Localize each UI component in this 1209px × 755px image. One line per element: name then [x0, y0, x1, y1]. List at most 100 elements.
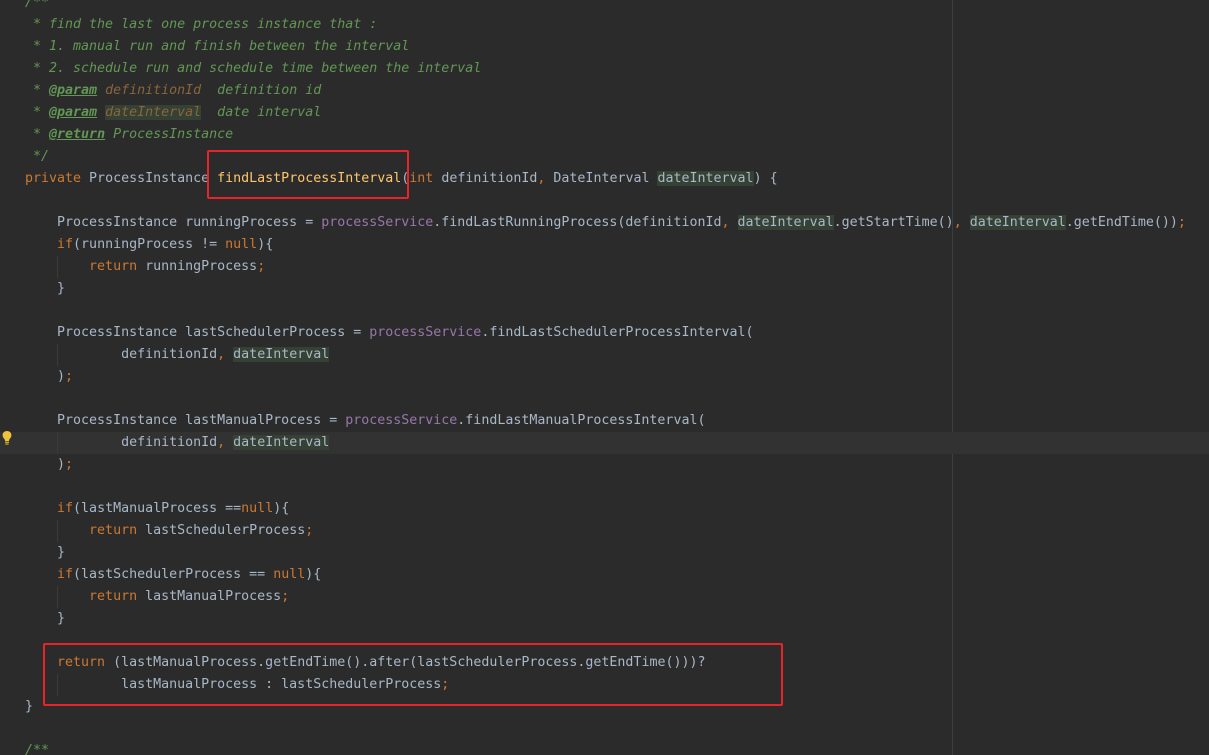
code-line[interactable]: private ProcessInstance findLastProcessI…: [0, 168, 1209, 190]
code-token: ){: [273, 501, 290, 516]
code-line[interactable]: }: [0, 696, 1209, 718]
code-line-text: definitionId, dateInterval: [25, 344, 330, 366]
code-area[interactable]: /** * find the last one process instance…: [0, 0, 1209, 755]
code-token: null: [273, 567, 306, 582]
code-token: definitionId: [105, 83, 202, 98]
code-line-text: if(lastManualProcess ==null){: [25, 498, 289, 520]
code-line[interactable]: ProcessInstance lastManualProcess = proc…: [0, 410, 1209, 432]
code-line[interactable]: if(runningProcess != null){: [0, 234, 1209, 256]
code-line[interactable]: * find the last one process instance tha…: [0, 14, 1209, 36]
code-token: * 2. schedule run and schedule time betw…: [25, 61, 482, 76]
code-token: (lastManualProcess.getEndTime().after(la…: [105, 655, 706, 670]
code-line[interactable]: definitionId, dateInterval: [0, 344, 1209, 366]
code-line[interactable]: return (lastManualProcess.getEndTime().a…: [0, 652, 1209, 674]
code-line[interactable]: * 2. schedule run and schedule time betw…: [0, 58, 1209, 80]
code-line[interactable]: }: [0, 608, 1209, 630]
code-line-text: * @param definitionId definition id: [25, 80, 321, 102]
code-line[interactable]: if(lastManualProcess ==null){: [0, 498, 1209, 520]
code-token: */: [25, 149, 50, 164]
code-token: @return: [49, 127, 106, 142]
code-token: (lastSchedulerProcess ==: [73, 567, 274, 582]
code-token: findLastProcessInterval: [217, 171, 402, 186]
code-line[interactable]: );: [0, 454, 1209, 476]
code-line[interactable]: * @param definitionId definition id: [0, 80, 1209, 102]
code-token: }: [25, 545, 66, 560]
code-line[interactable]: if(lastSchedulerProcess == null){: [0, 564, 1209, 586]
code-line[interactable]: [0, 190, 1209, 212]
code-token: lastManualProcess: [137, 589, 282, 604]
code-line[interactable]: * @return ProcessInstance: [0, 124, 1209, 146]
code-line[interactable]: [0, 388, 1209, 410]
code-line[interactable]: return lastManualProcess;: [0, 586, 1209, 608]
code-token: if: [57, 501, 74, 516]
indent-guide: [57, 520, 58, 542]
code-token: null: [225, 237, 258, 252]
code-line[interactable]: lastManualProcess : lastSchedulerProcess…: [0, 674, 1209, 696]
code-token: DateInterval: [545, 171, 658, 186]
code-token: (runningProcess !=: [73, 237, 226, 252]
code-token: ProcessInstance lastSchedulerProcess =: [25, 325, 370, 340]
code-line[interactable]: [0, 300, 1209, 322]
code-line-text: private ProcessInstance findLastProcessI…: [25, 168, 778, 190]
code-line[interactable]: definitionId, dateInterval: [0, 432, 1209, 454]
code-token: date interval: [201, 105, 322, 120]
code-token: if: [57, 567, 74, 582]
code-line[interactable]: [0, 476, 1209, 498]
code-token: int: [409, 171, 434, 186]
code-line[interactable]: return runningProcess;: [0, 256, 1209, 278]
code-token: runningProcess: [137, 259, 258, 274]
code-line-text: return (lastManualProcess.getEndTime().a…: [25, 652, 705, 674]
code-token: ,: [721, 215, 730, 230]
code-line[interactable]: * @param dateInterval date interval: [0, 102, 1209, 124]
code-token: ;: [1177, 215, 1186, 230]
lightbulb-icon[interactable]: [2, 430, 12, 446]
code-line[interactable]: }: [0, 542, 1209, 564]
code-line[interactable]: /**: [0, 0, 1209, 14]
indent-guide: [57, 344, 58, 366]
code-token: processService: [369, 325, 482, 340]
code-token: ;: [257, 259, 266, 274]
code-token: ){: [257, 237, 274, 252]
code-line[interactable]: }: [0, 278, 1209, 300]
code-line[interactable]: */: [0, 146, 1209, 168]
code-token: * find the last one process instance tha…: [25, 17, 378, 32]
code-line[interactable]: [0, 630, 1209, 652]
indent-guide: [57, 674, 58, 696]
code-line[interactable]: return lastSchedulerProcess;: [0, 520, 1209, 542]
indent-guide: [57, 432, 58, 454]
code-line-text: return lastManualProcess;: [25, 586, 289, 608]
code-token: *: [25, 127, 50, 142]
code-token: dateInterval: [657, 171, 754, 186]
code-line[interactable]: /**: [0, 740, 1209, 755]
code-token: ,: [217, 347, 226, 362]
code-token: definitionId: [25, 347, 218, 362]
code-line[interactable]: );: [0, 366, 1209, 388]
code-line[interactable]: ProcessInstance runningProcess = process…: [0, 212, 1209, 234]
code-token: @param: [49, 105, 98, 120]
code-editor[interactable]: /** * find the last one process instance…: [0, 0, 1209, 755]
code-line[interactable]: * 1. manual run and finish between the i…: [0, 36, 1209, 58]
code-line-text: /**: [25, 0, 49, 14]
code-line-text: }: [25, 542, 65, 564]
code-token: ProcessInstance: [105, 127, 234, 142]
code-line-text: }: [25, 278, 65, 300]
code-token: }: [25, 281, 66, 296]
code-token: .findLastSchedulerProcessInterval(: [481, 325, 754, 340]
code-token: return: [57, 655, 106, 670]
code-token: dateInterval: [737, 215, 834, 230]
code-line[interactable]: [0, 718, 1209, 740]
code-line-text: * 2. schedule run and schedule time betw…: [25, 58, 481, 80]
code-token: ,: [217, 435, 226, 450]
code-line[interactable]: ProcessInstance lastSchedulerProcess = p…: [0, 322, 1209, 344]
code-token: *: [25, 105, 50, 120]
code-token: private: [25, 171, 82, 186]
code-token: ;: [65, 369, 74, 384]
code-token: processService: [321, 215, 434, 230]
code-line-text: * @param dateInterval date interval: [25, 102, 321, 124]
code-token: ): [25, 457, 66, 472]
